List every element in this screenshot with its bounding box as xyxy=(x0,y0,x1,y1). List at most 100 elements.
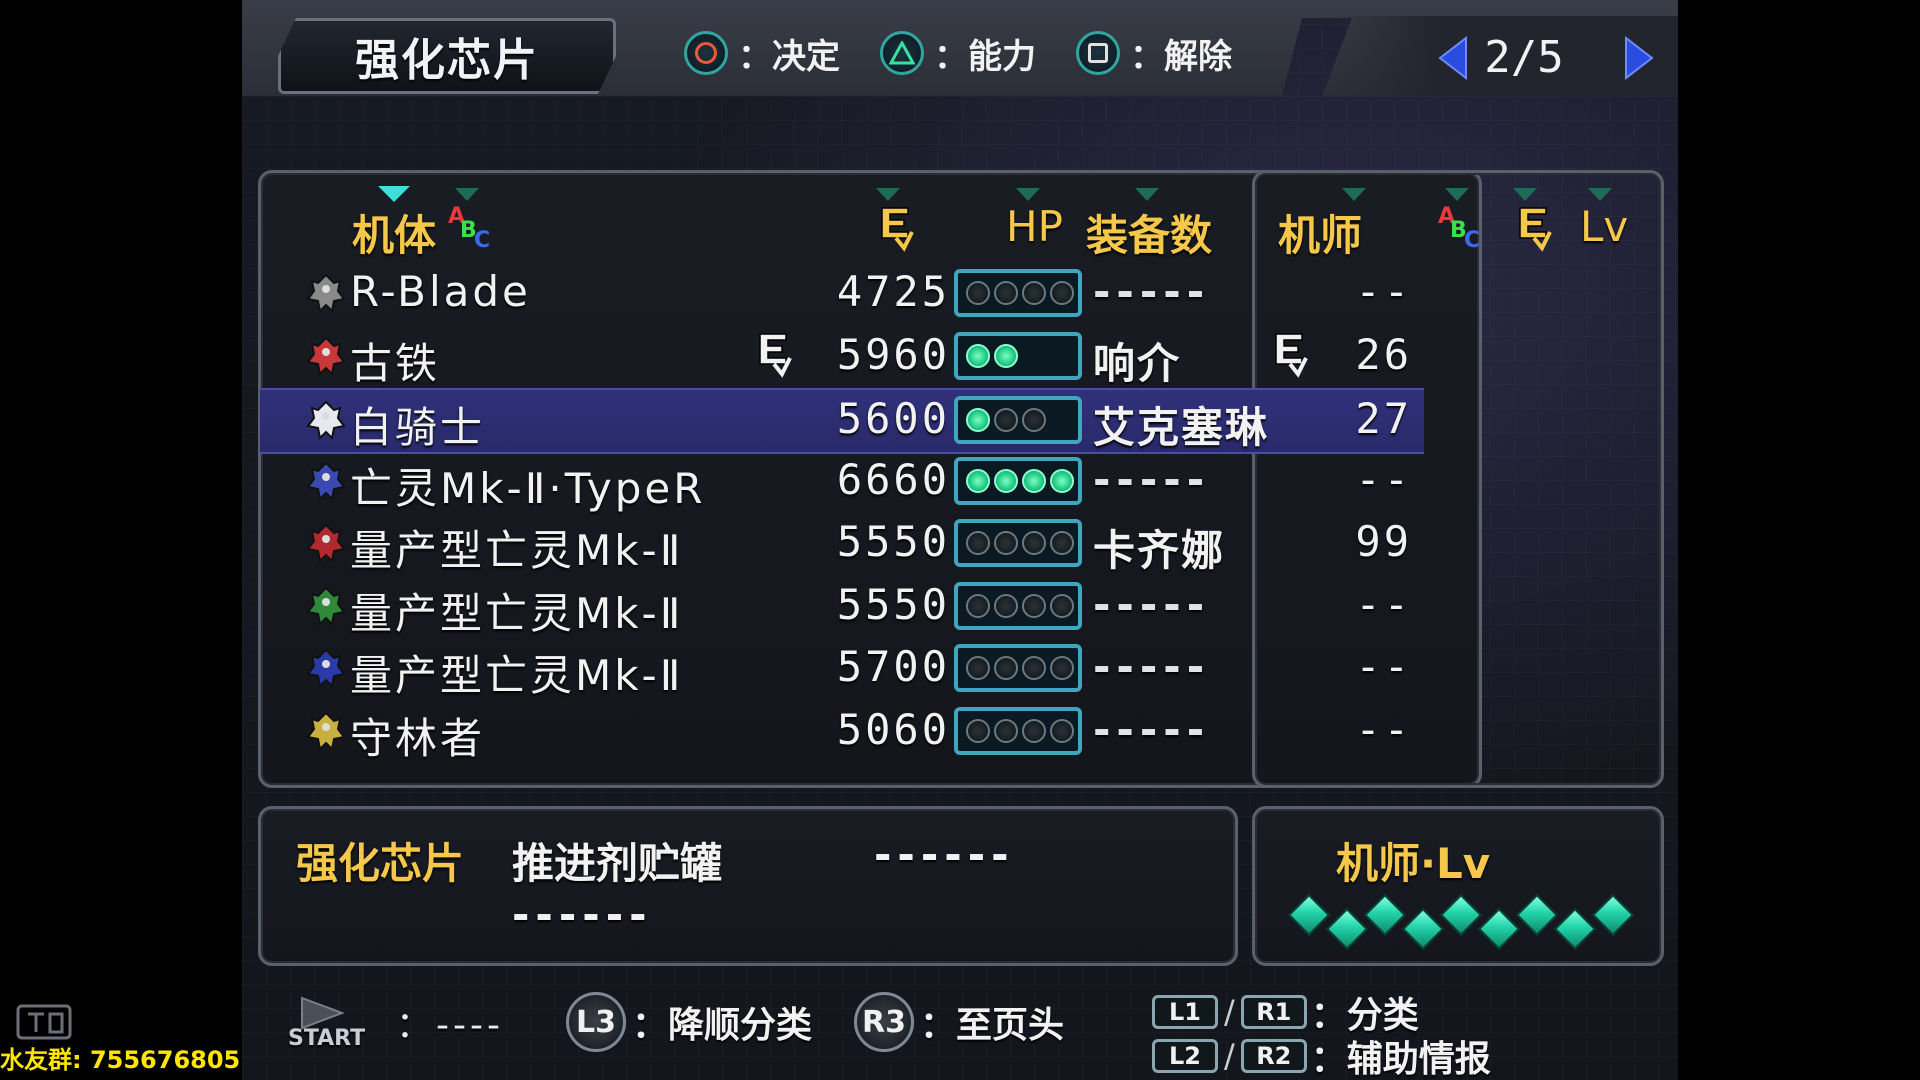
pilot-name: 艾克塞琳 xyxy=(1093,403,1270,452)
r2-button: R2 xyxy=(1240,1039,1307,1073)
unit-row[interactable]: 量产型亡灵Mk-Ⅱ 5550 卡齐娜 99 xyxy=(260,513,1424,575)
l2-r2-hint[interactable]: L2 / R2 ：辅助情报 xyxy=(1152,1030,1491,1080)
level-gem-icon xyxy=(1553,907,1597,951)
start-label: START xyxy=(288,1026,366,1051)
column-header-hp[interactable]: HP xyxy=(1006,202,1063,251)
unit-name: 亡灵Mk-Ⅱ·TypeR xyxy=(350,463,706,513)
square-button-icon xyxy=(1076,31,1120,75)
r3-hint[interactable]: R3 ：至页头 xyxy=(854,992,1064,1052)
unit-name: 古铁 xyxy=(350,338,441,388)
chip-slot-2[interactable]: ------ xyxy=(874,830,1015,879)
slot-empty xyxy=(1022,408,1046,432)
slot-filled xyxy=(994,343,1018,368)
slot-empty xyxy=(1050,531,1074,555)
pilot-level: 99 xyxy=(1355,517,1412,566)
page-indicator: 2/5 xyxy=(1484,32,1564,83)
release-hint-label: ：解除 xyxy=(1130,36,1232,77)
unit-hp: 5550 xyxy=(836,579,950,629)
l3-hint[interactable]: L3 ：降顺分类 xyxy=(566,992,812,1052)
pilot-level-gems xyxy=(1287,893,1635,956)
pilot-abc-sort-icon: A B C xyxy=(1438,204,1482,253)
stream-watermark: 水友群: 755676805 xyxy=(0,1046,241,1074)
unit-hp: 4725 xyxy=(836,267,950,316)
release-hint[interactable]: ：解除 xyxy=(1076,28,1232,78)
pilot-name: ----- xyxy=(1093,579,1211,629)
l3-hint-label: ：降顺分类 xyxy=(632,1005,813,1046)
unit-name: 白骑士 xyxy=(350,403,486,452)
ability-hint[interactable]: ：能力 xyxy=(880,28,1036,78)
mech-icon xyxy=(306,336,346,376)
slot-filled xyxy=(1050,468,1074,493)
unit-row[interactable]: 白骑士 5600 艾克塞琳 27 xyxy=(260,388,1424,454)
equip-slots xyxy=(954,644,1082,692)
unit-row[interactable]: 守林者 5060 ----- -- xyxy=(260,701,1424,763)
unit-row[interactable]: 古铁 5960 响介 26 xyxy=(260,326,1424,388)
mech-icon xyxy=(306,461,346,501)
equip-slots xyxy=(954,456,1082,505)
sort-indicator-pilot xyxy=(1342,188,1366,201)
unit-row[interactable]: 量产型亡灵Mk-Ⅱ 5700 ----- -- xyxy=(260,638,1424,700)
mech-icon xyxy=(306,648,346,689)
slot-empty xyxy=(966,531,990,555)
slot-empty xyxy=(994,593,1018,618)
unit-name: 量产型亡灵Mk-Ⅱ xyxy=(350,651,684,700)
unit-name: 守林者 xyxy=(350,713,486,763)
chip-slot-1[interactable]: 推进剂贮罐 xyxy=(512,830,722,891)
l2-button: L2 xyxy=(1152,1039,1218,1073)
column-header-lv[interactable]: Lv xyxy=(1580,202,1628,251)
slot-empty xyxy=(966,718,990,743)
r1-button: R1 xyxy=(1240,995,1307,1029)
sort-indicator-lv xyxy=(1588,188,1612,201)
sort-indicator-abc xyxy=(455,188,479,201)
sort-indicator-ace xyxy=(876,188,900,201)
slot-filled xyxy=(966,468,990,493)
level-gem-icon xyxy=(1439,893,1483,937)
pilot-level: -- xyxy=(1355,642,1412,691)
unit-row[interactable]: R-Blade 4725 ----- -- xyxy=(260,263,1424,325)
confirm-hint[interactable]: ：决定 xyxy=(684,28,840,78)
unit-row[interactable]: 量产型亡灵Mk-Ⅱ 5550 ----- -- xyxy=(260,576,1424,638)
unit-row[interactable]: 亡灵Mk-Ⅱ·TypeR 6660 ----- -- xyxy=(260,451,1424,513)
column-header-unit[interactable]: 机体 xyxy=(352,202,436,263)
circle-button-icon xyxy=(684,31,728,75)
slot-empty xyxy=(966,656,990,680)
ace-icon xyxy=(759,332,792,378)
slot-empty xyxy=(994,656,1018,680)
equip-slots xyxy=(954,269,1082,317)
pilot-name: 响介 xyxy=(1093,338,1182,388)
slot-empty xyxy=(1050,593,1074,618)
slot-empty xyxy=(1050,281,1074,305)
chip-slot-3[interactable]: ------ xyxy=(512,890,653,939)
page-next-arrow-icon[interactable] xyxy=(1624,36,1654,80)
sort-indicator-hp xyxy=(1016,188,1040,201)
l2-r2-hint-label: ：辅助情报 xyxy=(1310,1039,1491,1080)
equip-slots xyxy=(954,581,1082,630)
sort-indicator-pilot-ace xyxy=(1513,188,1537,201)
slot-filled xyxy=(966,343,990,368)
pilot-name: ----- xyxy=(1093,454,1211,504)
mech-icon xyxy=(306,523,346,564)
level-gem-icon xyxy=(1477,907,1521,951)
abc-c: C xyxy=(474,228,491,253)
unit-name: R-Blade xyxy=(350,267,531,316)
unit-hp: 5550 xyxy=(836,517,950,566)
unit-hp: 5700 xyxy=(836,642,950,691)
pilot-name: ----- xyxy=(1093,267,1211,316)
confirm-hint-label: ：决定 xyxy=(738,36,840,77)
screen-title: 强化芯片 xyxy=(278,18,616,94)
stream-logo-icon xyxy=(16,1004,72,1040)
column-header-slots[interactable]: 装备数 xyxy=(1086,202,1212,263)
abc-sort-icon: A B C xyxy=(448,204,492,253)
level-gem-icon xyxy=(1591,893,1635,937)
column-header-pilot[interactable]: 机师 xyxy=(1278,202,1362,263)
level-gem-icon xyxy=(1287,893,1331,937)
sort-indicator-slots xyxy=(1135,188,1159,201)
slot-empty xyxy=(994,281,1018,305)
pilot-abc-c: C xyxy=(1464,228,1481,253)
unit-name: 量产型亡灵Mk-Ⅱ xyxy=(350,588,684,638)
slot-empty xyxy=(1022,656,1046,680)
unit-hp: 5060 xyxy=(836,704,950,754)
level-gem-icon xyxy=(1515,893,1559,937)
start-button-icon[interactable] xyxy=(300,996,344,1030)
pilot-level: -- xyxy=(1355,704,1412,754)
